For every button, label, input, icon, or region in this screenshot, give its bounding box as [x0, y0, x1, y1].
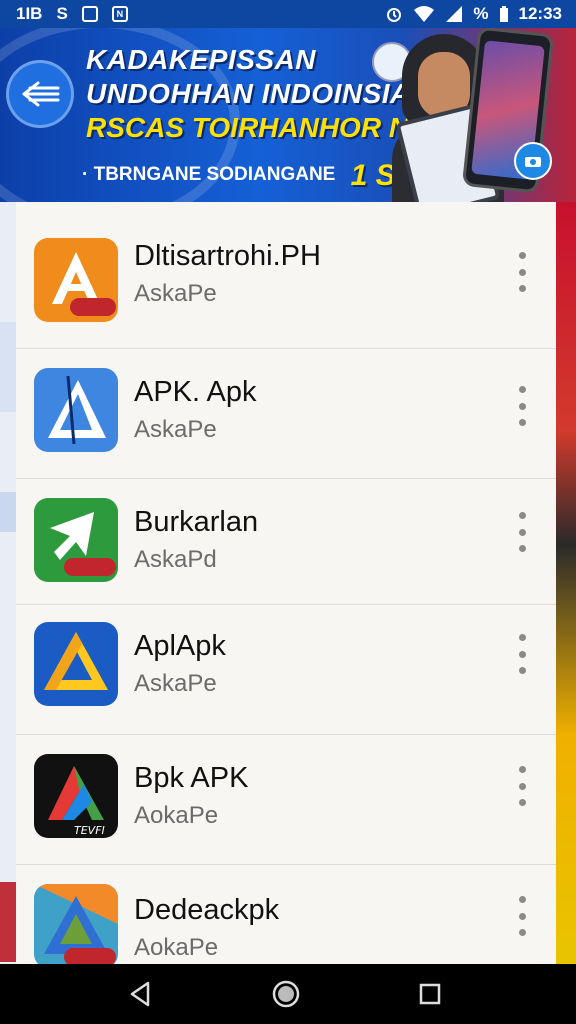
app-name: Dltisartrohi.PH: [134, 240, 321, 272]
back-arrow-icon: [22, 81, 60, 107]
list-item[interactable]: APK. Apk AskaPe: [16, 348, 556, 479]
app-name: Dedeackpk: [134, 894, 280, 926]
more-options-icon[interactable]: [512, 252, 532, 292]
list-item[interactable]: Dedeackpk AokaPe: [16, 864, 556, 964]
list-item[interactable]: AplApk AskaPe: [16, 604, 556, 735]
app-publisher: AokaPe: [134, 934, 219, 961]
app-name: APK. Apk: [134, 376, 257, 408]
recents-square-icon[interactable]: [410, 974, 450, 1014]
signal-icon: [446, 6, 463, 22]
banner-headline-1: KADAKEPISSAN: [86, 44, 317, 75]
list-item[interactable]: Dltisartrohi.PH AskaPe: [16, 202, 556, 349]
alarm-icon: [387, 8, 402, 22]
app-publisher: AskaPe: [134, 280, 217, 307]
app-name: AplApk: [134, 630, 226, 662]
more-options-icon[interactable]: [512, 766, 532, 806]
banner-tagline-text: · TBRNGANE SODIANGANE: [82, 164, 336, 185]
promo-banner[interactable]: KADAKEPISSAN UNDOHHAN INDOINSIAI RSCAS T…: [0, 28, 576, 202]
navigation-bar: [0, 964, 576, 1024]
app-publisher: AskaPe: [134, 416, 217, 443]
back-button[interactable]: [6, 60, 74, 128]
list-item[interactable]: Burkarlan AskaPd: [16, 478, 556, 605]
wifi-icon: [414, 6, 435, 22]
status-s-glyph: S: [56, 4, 68, 23]
app-name: Bpk APK: [134, 762, 249, 794]
back-triangle-icon[interactable]: [120, 974, 160, 1014]
status-carrier-text: 1IB: [16, 4, 43, 23]
blue-yellow-triangle-icon: [34, 622, 118, 706]
blue-a-icon: [34, 368, 118, 452]
camera-icon[interactable]: [514, 142, 552, 180]
app-name: Burkarlan: [134, 506, 259, 538]
gradient-triangle-icon: [34, 884, 118, 964]
background-left-edge: [0, 202, 16, 964]
status-time: 12:33: [518, 4, 562, 23]
green-arrow-icon: [34, 498, 118, 582]
home-circle-icon[interactable]: [266, 974, 306, 1014]
status-left-group: 1IB S N: [16, 4, 128, 24]
svg-text:TEVFI: TEVFI: [74, 824, 105, 837]
more-options-icon[interactable]: [512, 634, 532, 674]
app-publisher: AokaPe: [134, 802, 219, 829]
background-right-edge: [556, 202, 576, 964]
status-bar: 1IB S N % 12:33: [0, 0, 576, 28]
status-right-group: % 12:33: [385, 4, 562, 24]
black-colorful-a-icon: TEVFI: [34, 754, 118, 838]
more-options-icon[interactable]: [512, 386, 532, 426]
banner-headline-2: UNDOHHAN INDOINSIAI: [86, 78, 420, 109]
app-publisher: AskaPe: [134, 670, 217, 697]
battery-icon: [499, 6, 508, 22]
battery-percent-text: %: [473, 4, 489, 23]
app-list: Dltisartrohi.PH AskaPe APK. Apk AskaPe B…: [16, 202, 556, 964]
more-options-icon[interactable]: [512, 896, 532, 936]
orange-a-icon: [34, 238, 118, 322]
app-publisher: AskaPd: [134, 546, 217, 573]
more-options-icon[interactable]: [512, 512, 532, 552]
list-item[interactable]: TEVFI Bpk APK AokaPe: [16, 734, 556, 865]
notification-app-icon: [81, 6, 98, 22]
notification-n-icon: N: [111, 6, 128, 22]
